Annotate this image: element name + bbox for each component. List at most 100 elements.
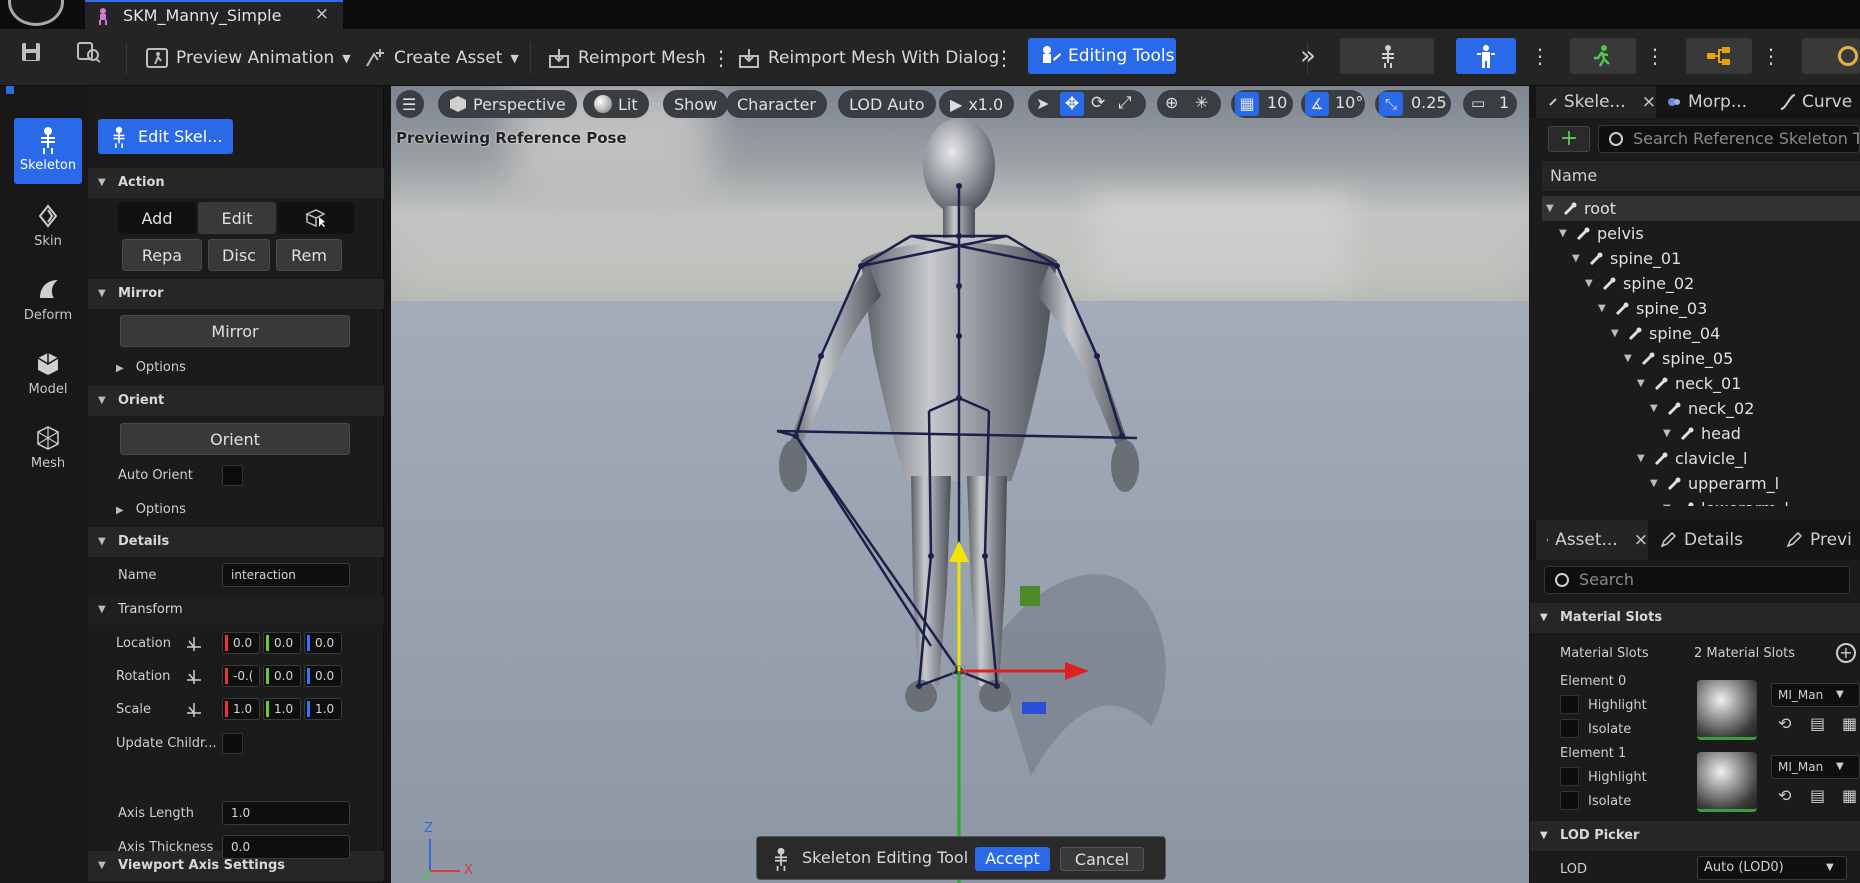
bone-row[interactable]: ▼ head [1542, 421, 1860, 446]
mesh-mode-button[interactable] [1456, 38, 1516, 74]
editing-tools-button[interactable]: Editing Tools [1028, 38, 1176, 74]
expand-arrow-icon[interactable]: ▼ [1637, 446, 1645, 471]
bone-row[interactable]: ▼ lowerarm_l [1542, 496, 1860, 506]
location-y-field[interactable]: 0.0 [263, 632, 301, 654]
mode-skeleton[interactable]: Skeleton [14, 118, 82, 184]
expand-arrow-icon[interactable]: ▼ [1650, 396, 1658, 421]
mode-mesh[interactable]: Mesh [14, 416, 82, 482]
rotation-z-field[interactable]: 0.0 [304, 665, 342, 687]
translate-gizmo-icon[interactable] [186, 636, 202, 652]
expand-arrow-icon[interactable]: ▼ [1663, 421, 1671, 446]
reset-material-icon[interactable]: ▦ [1842, 786, 1860, 805]
bone-name-field[interactable]: interaction [222, 563, 350, 587]
location-z-field[interactable]: 0.0 [304, 632, 342, 654]
expand-arrow-icon[interactable]: ▼ [1663, 496, 1671, 506]
edit-bone-button[interactable]: Edit [198, 202, 276, 234]
expand-arrow-icon[interactable]: ▼ [1559, 221, 1567, 246]
toolbar-overflow-icon[interactable]: » [1300, 41, 1316, 71]
section-material-slots[interactable]: ▼ Material Slots [1530, 603, 1860, 633]
update-children-checkbox[interactable] [222, 733, 243, 754]
bone-row[interactable]: ▼ neck_02 [1542, 396, 1860, 421]
lod-dropdown[interactable]: Auto (LOD0) ▼ [1697, 856, 1847, 880]
mode-deform[interactable]: Deform [14, 268, 82, 334]
element-0-material-thumbnail[interactable] [1697, 680, 1757, 740]
section-orient[interactable]: ▼ Orient [88, 386, 384, 416]
preview-animation-button[interactable]: Preview Animation ▼ [146, 43, 351, 73]
mode-model[interactable]: Model [14, 342, 82, 408]
skeleton-mode-button[interactable] [1340, 38, 1434, 74]
expand-arrow-icon[interactable]: ▼ [1585, 271, 1593, 296]
bone-row[interactable]: ▼ spine_03 [1542, 296, 1860, 321]
scale-x-field[interactable]: 1.0 [222, 698, 260, 720]
scale-gizmo-icon[interactable] [186, 702, 202, 718]
animation-mode-button[interactable] [1570, 38, 1636, 74]
element-1-isolate-checkbox[interactable] [1560, 791, 1579, 810]
create-asset-button[interactable]: Create Asset ▼ [364, 43, 519, 73]
expand-arrow-icon[interactable]: ▼ [1572, 246, 1580, 271]
use-selected-asset-icon[interactable]: ⟲ [1778, 786, 1796, 805]
blueprint-mode-button[interactable] [1686, 38, 1752, 74]
document-tab[interactable]: SKM_Manny_Simple × [85, 0, 343, 29]
bone-row[interactable]: ▼ upperarm_l [1542, 471, 1860, 496]
section-mirror[interactable]: ▼ Mirror [88, 279, 384, 309]
scale-y-field[interactable]: 1.0 [263, 698, 301, 720]
physics-mode-button[interactable] [1802, 38, 1860, 74]
orient-button[interactable]: Orient [120, 423, 350, 455]
reimport-options-kebab-icon[interactable]: ⋮ [711, 43, 731, 73]
tab-asset-details[interactable]: Asset... × [1536, 520, 1648, 560]
mode-options-kebab-icon[interactable]: ⋮ [1530, 38, 1550, 74]
bone-row[interactable]: ▼ spine_01 [1542, 246, 1860, 271]
reimport-mesh-button[interactable]: Reimport Mesh [548, 43, 706, 73]
mirror-button[interactable]: Mirror [120, 315, 350, 347]
expand-arrow-icon[interactable]: ▼ [1611, 321, 1619, 346]
bone-row[interactable]: ▼ pelvis [1542, 221, 1860, 246]
reimport-with-dialog-button[interactable]: Reimport Mesh With Dialog [738, 43, 999, 73]
repair-button[interactable]: Repa [122, 239, 202, 271]
unreal-logo-icon[interactable] [8, 0, 64, 26]
add-material-slot-icon[interactable]: + [1836, 643, 1856, 663]
mode-skin[interactable]: Skin [14, 194, 82, 260]
browse-folder-icon[interactable]: ▤ [1810, 714, 1828, 733]
bone-row[interactable]: ▼ clavicle_l [1542, 446, 1860, 471]
tab-preview-settings[interactable]: Previ [1786, 520, 1852, 560]
bone-row[interactable]: ▼ spine_05 [1542, 346, 1860, 371]
browse-folder-icon[interactable]: ▤ [1810, 786, 1828, 805]
section-action[interactable]: ▼ Action [88, 168, 384, 198]
close-tab-icon[interactable]: × [315, 4, 329, 24]
use-selected-asset-icon[interactable]: ⟲ [1778, 714, 1796, 733]
element-1-highlight-checkbox[interactable] [1560, 767, 1579, 786]
rotation-x-field[interactable]: -0.( [222, 665, 260, 687]
expand-arrow-icon[interactable]: ▼ [1546, 196, 1554, 221]
bone-row[interactable]: ▼ neck_01 [1542, 371, 1860, 396]
expand-arrow-icon[interactable]: ▼ [1598, 296, 1606, 321]
viewport[interactable]: ☰ Perspective Lit Show Character LOD Aut… [391, 86, 1529, 883]
close-tab-icon[interactable]: × [1634, 530, 1648, 550]
add-bone-button[interactable]: Add [118, 202, 196, 234]
section-viewport-axis-settings[interactable]: ▼ Viewport Axis Settings [88, 851, 384, 881]
rotate-gizmo-icon[interactable] [186, 669, 202, 685]
scale-z-field[interactable]: 1.0 [304, 698, 342, 720]
bone-row[interactable]: ▼ spine_02 [1542, 271, 1860, 296]
element-1-material-dropdown[interactable]: MI_Man ▼ [1771, 755, 1860, 779]
animation-options-kebab-icon[interactable]: ⋮ [1645, 38, 1665, 74]
remove-button[interactable]: Rem [276, 239, 342, 271]
character-mesh[interactable] [391, 86, 1529, 883]
auto-orient-checkbox[interactable] [222, 465, 243, 486]
reset-material-icon[interactable]: ▦ [1842, 714, 1860, 733]
mirror-options-expander[interactable]: ▶ Options [116, 360, 186, 375]
accept-button[interactable]: Accept [975, 847, 1050, 871]
bone-row[interactable]: ▼ root [1542, 196, 1860, 221]
save-icon[interactable] [20, 41, 42, 63]
select-bone-button[interactable] [278, 202, 354, 234]
expand-arrow-icon[interactable]: ▼ [1637, 371, 1645, 396]
location-x-field[interactable]: 0.0 [222, 632, 260, 654]
section-lod-picker[interactable]: ▼ LOD Picker [1530, 821, 1860, 851]
element-1-material-thumbnail[interactable] [1697, 752, 1757, 812]
reimport-dialog-kebab-icon[interactable]: ⋮ [994, 43, 1014, 73]
element-0-highlight-checkbox[interactable] [1560, 695, 1579, 714]
cancel-button[interactable]: Cancel [1060, 847, 1144, 871]
disconnect-button[interactable]: Disc [208, 239, 270, 271]
bone-row[interactable]: ▼ spine_04 [1542, 321, 1860, 346]
element-0-isolate-checkbox[interactable] [1560, 719, 1579, 738]
expand-arrow-icon[interactable]: ▼ [1650, 471, 1658, 496]
